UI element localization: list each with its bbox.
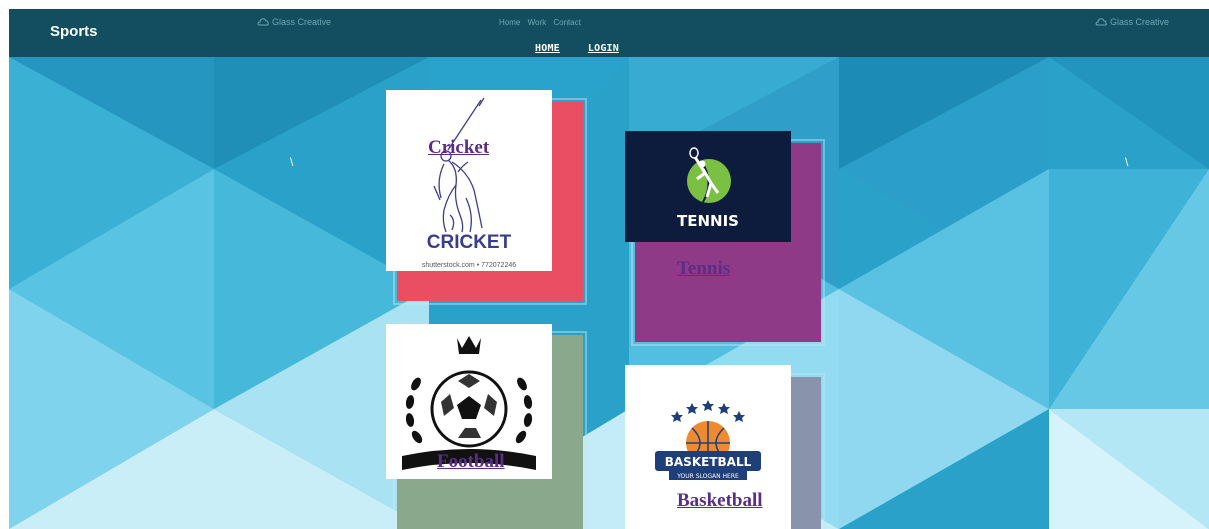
cloud-icon (1095, 18, 1107, 26)
glass-creative-label: Glass Creative (272, 17, 332, 27)
page: Sports Glass Creative Home Work Contact … (9, 9, 1209, 529)
cricket-player-icon: CRICKET shutterstock.com • 772072246 (422, 97, 516, 269)
tennis-icon: TENNIS (677, 147, 739, 230)
tennis-logo-text: TENNIS (677, 212, 739, 230)
tennis-link[interactable]: Tennis (677, 258, 730, 280)
basketball-link[interactable]: Basketball (677, 490, 763, 512)
background-pattern (9, 9, 1209, 529)
decor-mark-right: \ (1125, 155, 1129, 169)
football-link[interactable]: Football (437, 451, 505, 473)
minor-nav-work[interactable]: Work (528, 18, 547, 27)
basketball-slogan: YOUR SLOGAN HERE (676, 473, 739, 480)
minor-nav-home[interactable]: Home (499, 18, 520, 27)
decor-mark-left: \ (290, 155, 294, 169)
basketball-logo-text: BASKETBALL (665, 455, 752, 469)
glass-creative-logo-left: Glass Creative (257, 17, 331, 27)
nav-home-link[interactable]: HOME (535, 43, 560, 54)
tennis-logo: TENNIS (625, 131, 791, 242)
glass-creative-logo-right: Glass Creative (1095, 17, 1169, 27)
brand-title[interactable]: Sports (50, 23, 98, 40)
main-nav: HOME LOGIN (535, 43, 619, 54)
nav-login-link[interactable]: LOGIN (588, 43, 619, 54)
cricket-logo-text: CRICKET (427, 232, 512, 253)
cricket-link[interactable]: Cricket (428, 137, 489, 159)
cricket-credit: shutterstock.com • 772072246 (422, 262, 516, 269)
top-navbar: Sports Glass Creative Home Work Contact … (9, 9, 1209, 57)
cloud-icon (257, 18, 269, 26)
minor-nav-contact[interactable]: Contact (553, 18, 581, 27)
cricket-logo: CRICKET shutterstock.com • 772072246 (386, 90, 552, 271)
glass-creative-label: Glass Creative (1110, 17, 1170, 27)
minor-nav: Home Work Contact (499, 18, 586, 27)
